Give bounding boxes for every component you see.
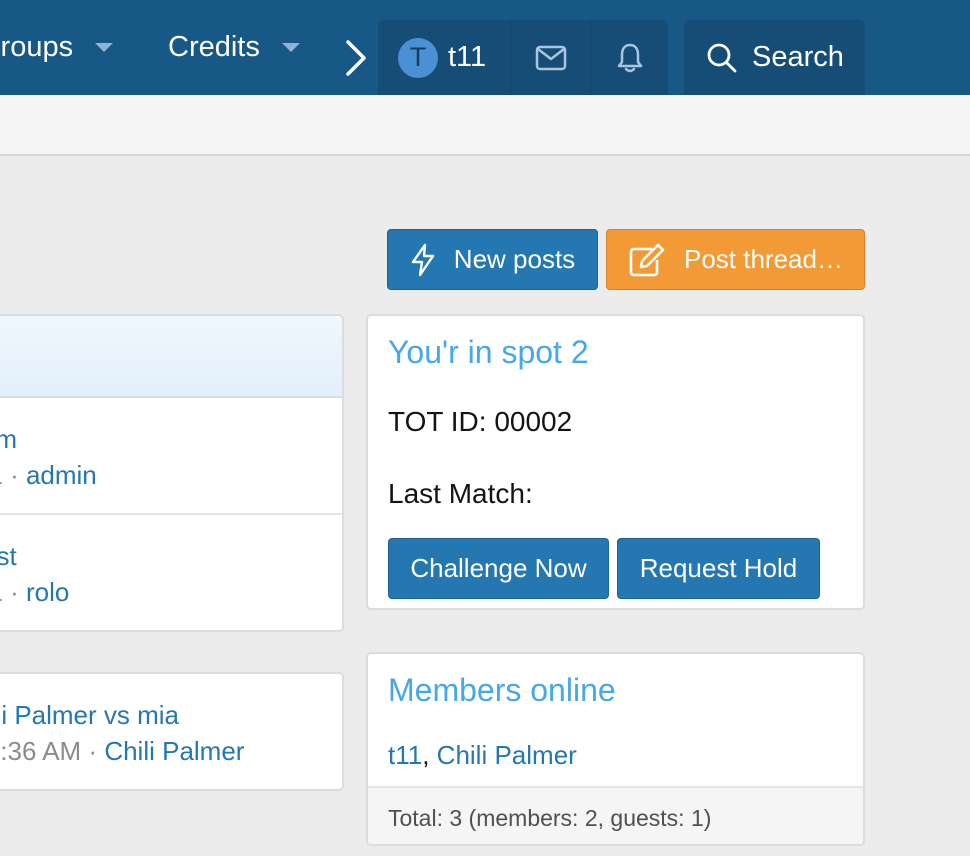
search-icon [707,43,737,72]
last-match-text: Last Match: [388,478,533,509]
thread-date: 2021 [0,577,3,607]
post-thread-label: Post thread… [684,244,843,274]
online-totals: Total: 3 (members: 2, guests: 1) [368,786,863,844]
forum-list-block: Main forum 2021 · admin Test 2021 · rolo [0,314,344,632]
tot-id-text: TOT ID: 00002 [388,406,573,437]
block-header [0,316,342,398]
new-posts-label: New posts [453,244,576,274]
chevron-right-icon[interactable] [340,38,370,78]
ladder-spot-widget: You'r in spot 2 TOT ID: 00002 Last Match… [366,314,865,610]
thread-date: 2021 [0,460,3,490]
thread-author-link[interactable]: admin [26,460,97,490]
thread-title-link[interactable]: Challenge: Chili Palmer vs mia [0,700,179,731]
sub-navigation-bar [0,95,970,156]
thread-meta: 2021 · rolo [0,577,69,608]
account-menu[interactable]: T t11 [378,20,511,95]
members-online-widget: Members online t11, Chili Palmer Total: … [366,652,865,846]
thread-title-link[interactable]: Test [0,541,17,572]
nav-groups-label: Groups [0,31,74,63]
nav-groups[interactable]: Groups [0,0,114,95]
search-button[interactable]: Search [684,20,865,95]
widget-title[interactable]: You'r in spot 2 [388,334,589,371]
envelope-icon [535,45,566,70]
alerts-button[interactable] [591,20,668,95]
thread-meta: Yesterday at 7:36 AM · Chili Palmer [0,736,244,767]
bell-icon [617,43,642,72]
new-posts-button[interactable]: New posts [387,229,598,290]
avatar: T [398,37,438,78]
nav-credits-label: Credits [168,31,260,63]
member-separator: , [422,740,437,770]
thread-date: Yesterday at 7:36 AM [0,736,82,766]
member-link[interactable]: t11 [388,740,422,770]
inbox-button[interactable] [511,20,591,95]
post-thread-button[interactable]: Post thread… [606,229,865,290]
thread-meta: 2021 · admin [0,460,97,491]
edit-icon [629,243,665,276]
challenge-now-button[interactable]: Challenge Now [388,538,609,599]
chevron-down-icon[interactable] [95,43,114,52]
latest-posts-block: Challenge: Chili Palmer vs mia Yesterday… [0,672,344,791]
request-hold-button[interactable]: Request Hold [617,538,820,599]
search-label: Search [752,41,844,73]
user-toolbar: T t11 [378,20,668,95]
online-members-list: t11, Chili Palmer [388,740,577,771]
thread-title-link[interactable]: Main forum [0,424,17,455]
list-item: Test 2021 · rolo [0,515,342,630]
lightning-bolt-icon [411,243,434,276]
chevron-down-icon[interactable] [281,43,300,52]
thread-author-link[interactable]: rolo [26,577,69,607]
widget-title[interactable]: Members online [388,672,616,709]
thread-author-link[interactable]: Chili Palmer [104,736,244,766]
nav-credits[interactable]: Credits [168,0,300,95]
list-item: Challenge: Chili Palmer vs mia Yesterday… [0,674,342,789]
top-navigation: Groups Credits T t11 [0,0,970,95]
member-link[interactable]: Chili Palmer [437,740,577,770]
list-item: Main forum 2021 · admin [0,398,342,515]
username: t11 [448,41,487,73]
